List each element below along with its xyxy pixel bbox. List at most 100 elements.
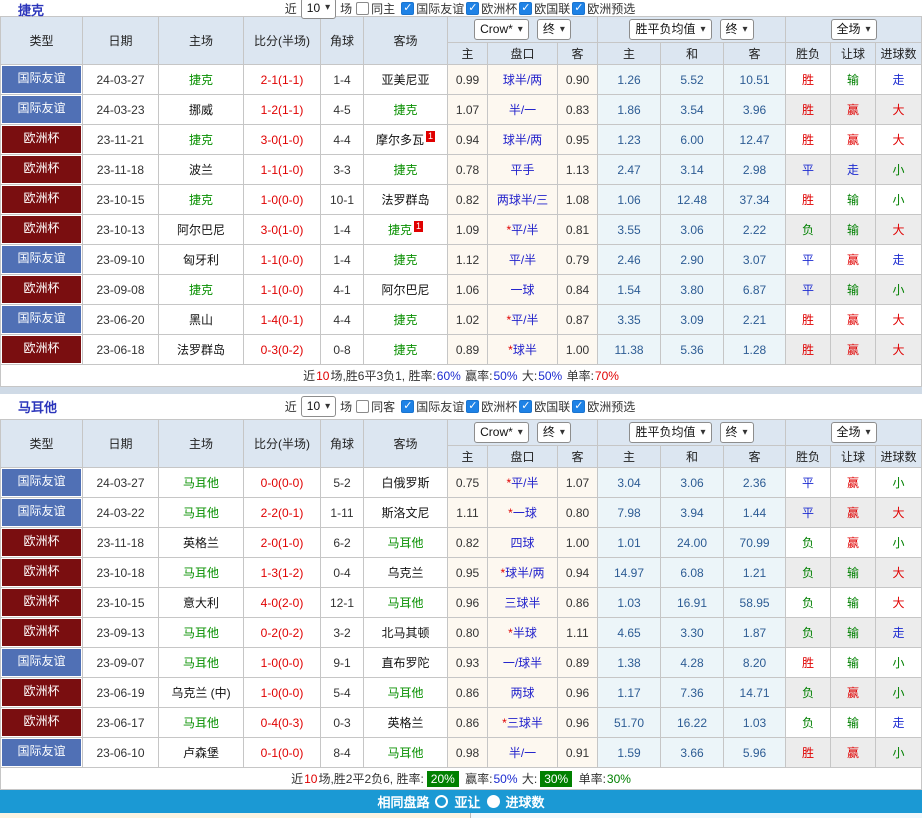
col-corner: 角球 bbox=[321, 17, 364, 65]
avg-time-select[interactable]: 终▾ bbox=[720, 422, 754, 443]
team-title: 捷克 bbox=[18, 0, 44, 19]
avg-draw-odds: 16.91 bbox=[661, 588, 724, 618]
bookmaker-select[interactable]: Crow*▾ bbox=[474, 422, 529, 443]
col-date: 日期 bbox=[83, 17, 159, 65]
home-team: 挪威 bbox=[189, 103, 213, 117]
home-odds: 0.95 bbox=[448, 558, 488, 588]
same-venue-filter[interactable]: 同主 bbox=[356, 0, 395, 17]
summary-part: 单率: bbox=[563, 367, 594, 384]
odds-time-select[interactable]: 终▾ bbox=[537, 19, 571, 40]
radio-selected-icon[interactable] bbox=[487, 795, 500, 808]
score-halftime: 3-0(1-0) bbox=[244, 215, 321, 245]
score-halftime: 1-1(0-0) bbox=[244, 275, 321, 305]
league-filter-option[interactable]: 欧洲杯 bbox=[466, 398, 517, 415]
away-odds: 0.94 bbox=[558, 558, 598, 588]
league-filter-option[interactable]: 国际友谊 bbox=[401, 0, 464, 17]
league-filter-option[interactable]: 欧国联 bbox=[519, 0, 570, 17]
match-result: 平 bbox=[786, 245, 831, 275]
league-filter-option[interactable]: 欧国联 bbox=[519, 398, 570, 415]
bookmaker-select[interactable]: Crow*▾ bbox=[474, 19, 529, 40]
handicap-result: 赢 bbox=[831, 498, 876, 528]
match-date: 24-03-27 bbox=[83, 65, 159, 95]
view-mode-label[interactable]: 亚让 bbox=[454, 792, 480, 811]
checkbox-icon[interactable] bbox=[466, 2, 479, 15]
league-filter-option[interactable]: 国际友谊 bbox=[401, 398, 464, 415]
league-filter-option[interactable]: 欧洲杯 bbox=[466, 0, 517, 17]
checkbox-icon[interactable] bbox=[572, 400, 585, 413]
same-venue-filter[interactable]: 同客 bbox=[356, 398, 395, 415]
match-count-select[interactable]: 10▾ bbox=[301, 396, 336, 417]
home-team: 卢森堡 bbox=[183, 746, 219, 760]
scope-select[interactable]: 全场▾ bbox=[831, 19, 877, 40]
handicap-line: 平/半 bbox=[488, 245, 558, 275]
match-date: 24-03-23 bbox=[83, 95, 159, 125]
goals-result: 小 bbox=[876, 155, 922, 185]
scope-select[interactable]: 全场▾ bbox=[831, 422, 877, 443]
checkbox-icon[interactable] bbox=[356, 2, 369, 15]
avg-draw-odds: 12.48 bbox=[661, 185, 724, 215]
league-filter-option[interactable]: 欧洲预选 bbox=[572, 398, 635, 415]
checkbox-icon[interactable] bbox=[572, 2, 585, 15]
match-row: 国际友谊 24-03-23 挪威 1-2(1-1) 4-5 捷克 1.07 半/… bbox=[1, 95, 922, 125]
checkbox-icon[interactable] bbox=[356, 400, 369, 413]
league-tag: 欧洲杯 bbox=[2, 216, 81, 243]
away-odds: 0.96 bbox=[558, 678, 598, 708]
summary-part: 场,胜6平3负1, 胜率: bbox=[330, 367, 435, 384]
checkbox-icon[interactable] bbox=[519, 400, 532, 413]
avg-odds-select[interactable]: 胜平负均值▾ bbox=[629, 422, 711, 443]
score-halftime: 1-0(0-0) bbox=[244, 678, 321, 708]
league-tag: 欧洲杯 bbox=[2, 679, 81, 706]
league-tag: 国际友谊 bbox=[2, 649, 81, 676]
away-team: 捷克 bbox=[393, 313, 417, 327]
match-date: 23-06-19 bbox=[83, 678, 159, 708]
league-filter-label: 欧洲杯 bbox=[481, 398, 517, 415]
early-odds-star: * bbox=[508, 343, 513, 357]
col-avg-draw: 和 bbox=[661, 43, 724, 65]
checkbox-icon[interactable] bbox=[519, 2, 532, 15]
home-team: 马耳他 bbox=[183, 656, 219, 670]
col-handicap-result: 让球 bbox=[831, 43, 876, 65]
checkbox-icon[interactable] bbox=[466, 400, 479, 413]
avg-draw-odds: 4.28 bbox=[661, 648, 724, 678]
away-team: 捷克 bbox=[393, 163, 417, 177]
home-odds: 0.89 bbox=[448, 335, 488, 365]
home-team: 英格兰 bbox=[183, 536, 219, 550]
near-label: 近 bbox=[285, 398, 297, 415]
stats-summary: 近10场,胜2平2负6, 胜率:20% 赢率:50% 大:30% 单率:30% bbox=[1, 770, 921, 787]
match-count-select[interactable]: 10▾ bbox=[301, 0, 336, 19]
handicap-result: 输 bbox=[831, 185, 876, 215]
avg-time-select[interactable]: 终▾ bbox=[720, 19, 754, 40]
league-tag: 欧洲杯 bbox=[2, 619, 81, 646]
match-date: 23-11-18 bbox=[83, 528, 159, 558]
radio-unselected-icon[interactable] bbox=[435, 795, 448, 808]
view-mode-label[interactable]: 进球数 bbox=[506, 792, 545, 811]
col-type: 类型 bbox=[1, 420, 83, 468]
away-team: 白俄罗斯 bbox=[381, 476, 429, 490]
match-date: 23-06-10 bbox=[83, 738, 159, 768]
summary-part: 50% bbox=[538, 369, 562, 383]
odds-time-select[interactable]: 终▾ bbox=[537, 422, 571, 443]
col-avg-lose: 客 bbox=[724, 43, 786, 65]
avg-win-odds: 14.97 bbox=[598, 558, 661, 588]
avg-lose-odds: 14.71 bbox=[724, 678, 786, 708]
match-result: 平 bbox=[786, 155, 831, 185]
checkbox-icon[interactable] bbox=[401, 2, 414, 15]
handicap-result: 输 bbox=[831, 558, 876, 588]
checkbox-icon[interactable] bbox=[401, 400, 414, 413]
corner-count: 4-5 bbox=[321, 95, 364, 125]
league-filter-label: 国际友谊 bbox=[416, 398, 464, 415]
handicap-result: 输 bbox=[831, 65, 876, 95]
handicap-result: 赢 bbox=[831, 245, 876, 275]
home-odds: 0.75 bbox=[448, 468, 488, 498]
match-row: 国际友谊 23-06-10 卢森堡 0-1(0-0) 8-4 马耳他 0.98 … bbox=[1, 738, 922, 768]
home-odds: 1.06 bbox=[448, 275, 488, 305]
league-filter-option[interactable]: 欧洲预选 bbox=[572, 0, 635, 17]
avg-odds-select[interactable]: 胜平负均值▾ bbox=[629, 19, 711, 40]
summary-part: 20% bbox=[427, 771, 459, 787]
home-team: 马耳他 bbox=[183, 566, 219, 580]
league-tag: 国际友谊 bbox=[2, 246, 81, 273]
away-team: 捷克 bbox=[393, 103, 417, 117]
away-odds: 0.83 bbox=[558, 95, 598, 125]
match-date: 23-09-13 bbox=[83, 618, 159, 648]
summary-part: 30% bbox=[540, 771, 572, 787]
